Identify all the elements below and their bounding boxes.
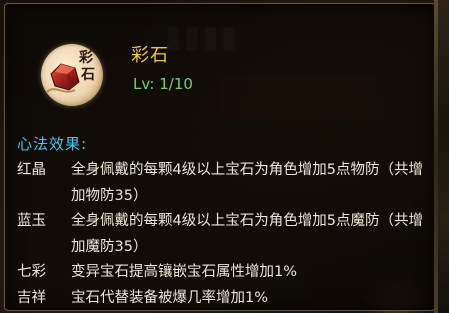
icon-glyph: 彩 (79, 50, 93, 66)
item-name: 彩石 (131, 45, 169, 66)
effect-description: 全身佩戴的每颗4级以上宝石为角色增加5点物防（共增加物防35） (71, 162, 423, 204)
tooltip-border-right (434, 0, 438, 313)
item-level: Lv: 1/10 (133, 75, 193, 93)
effect-row: 七彩 变异宝石提高镶嵌宝石属性增加1% (17, 260, 427, 286)
effect-row: 吉祥 宝石代替装备被爆几率增加1% (17, 286, 427, 312)
effect-description: 全身佩戴的每颗4级以上宝石为角色增加5点魔防（共增加魔防35） (71, 213, 423, 255)
section-title: 心法效果: (17, 135, 88, 153)
red-gem-icon (46, 63, 80, 93)
effect-name: 吉祥 (17, 289, 46, 306)
colored-stone-skill-icon: 彩 石 (41, 44, 105, 108)
skill-tooltip: 彩 石 彩石 Lv: 1/10 心法效果: 红晶 全身佩戴的每颗4级以上宝石为角… (4, 3, 436, 311)
effect-description: 变异宝石提高镶嵌宝石属性增加1% (71, 264, 298, 280)
effect-description: 宝石代替装备被爆几率增加1% (71, 289, 269, 306)
effect-list: 红晶 全身佩戴的每颗4级以上宝石为角色增加5点物防（共增加物防35） 蓝玉 全身… (17, 158, 427, 311)
effect-row: 蓝玉 全身佩戴的每颗4级以上宝石为角色增加5点魔防（共增加魔防35） (17, 209, 427, 260)
effect-name: 七彩 (17, 264, 46, 280)
effect-row: 红晶 全身佩戴的每颗4级以上宝石为角色增加5点物防（共增加物防35） (17, 158, 427, 209)
effect-name: 蓝玉 (17, 213, 46, 229)
icon-glyph: 石 (81, 67, 95, 83)
game-screen: ▮▮▮▮ 彩 石 彩石 Lv: 1/10 (0, 0, 449, 313)
effect-name: 红晶 (17, 162, 46, 178)
